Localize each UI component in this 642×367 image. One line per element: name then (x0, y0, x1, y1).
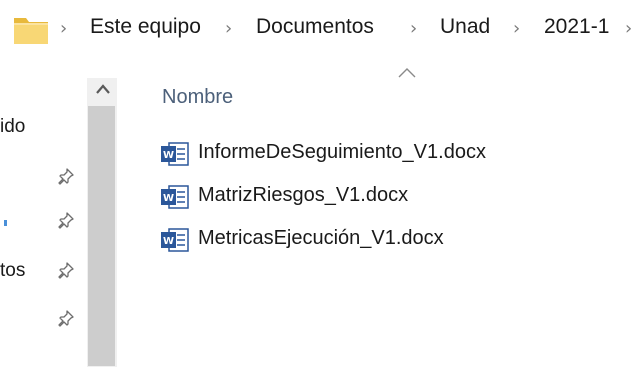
pin-icon[interactable] (56, 260, 76, 280)
breadcrumb-separator-icon[interactable]: › (625, 18, 632, 39)
nav-item-label[interactable]: tos (0, 260, 25, 282)
breadcrumb-separator-icon[interactable]: › (225, 18, 232, 39)
nav-item-indicator (4, 220, 7, 226)
sort-ascending-icon (398, 68, 416, 78)
word-doc-icon: W (161, 142, 189, 166)
breadcrumb-unad[interactable]: Unad (440, 15, 490, 39)
word-doc-icon: W (161, 185, 189, 209)
nav-scrollbar[interactable] (87, 78, 117, 367)
file-name[interactable]: MetricasEjecución_V1.docx (198, 227, 444, 250)
file-row[interactable]: W MetricasEjecución_V1.docx (158, 222, 558, 256)
svg-text:W: W (163, 236, 174, 247)
pin-icon[interactable] (56, 210, 76, 230)
column-header-nombre[interactable]: Nombre (162, 86, 233, 109)
navigation-pane: ido tos (0, 58, 118, 367)
pin-icon[interactable] (56, 308, 76, 328)
pin-icon[interactable] (56, 166, 76, 186)
folder-icon (14, 18, 48, 44)
scrollbar-thumb[interactable] (88, 106, 115, 366)
address-bar[interactable]: › Este equipo › Documentos › Unad › 2021… (0, 0, 642, 58)
breadcrumb-este-equipo[interactable]: Este equipo (90, 15, 201, 39)
file-row[interactable]: W MatrizRiesgos_V1.docx (158, 179, 558, 213)
breadcrumb-documentos[interactable]: Documentos (256, 15, 374, 39)
svg-text:W: W (163, 193, 174, 204)
word-doc-icon: W (161, 228, 189, 252)
file-name[interactable]: MatrizRiesgos_V1.docx (198, 184, 408, 207)
nav-item-label[interactable]: ido (0, 116, 25, 138)
breadcrumb-separator-icon[interactable]: › (513, 18, 520, 39)
file-explorer-window: › Este equipo › Documentos › Unad › 2021… (0, 0, 642, 367)
svg-text:W: W (163, 150, 174, 161)
file-name[interactable]: InformeDeSeguimiento_V1.docx (198, 141, 486, 164)
breadcrumb-separator-icon[interactable]: › (410, 18, 417, 39)
breadcrumb-separator-icon[interactable]: › (60, 18, 67, 39)
breadcrumb-2021-1[interactable]: 2021-1 (544, 15, 609, 39)
scroll-up-arrow-icon[interactable] (96, 84, 110, 94)
file-row[interactable]: W InformeDeSeguimiento_V1.docx (158, 136, 558, 170)
